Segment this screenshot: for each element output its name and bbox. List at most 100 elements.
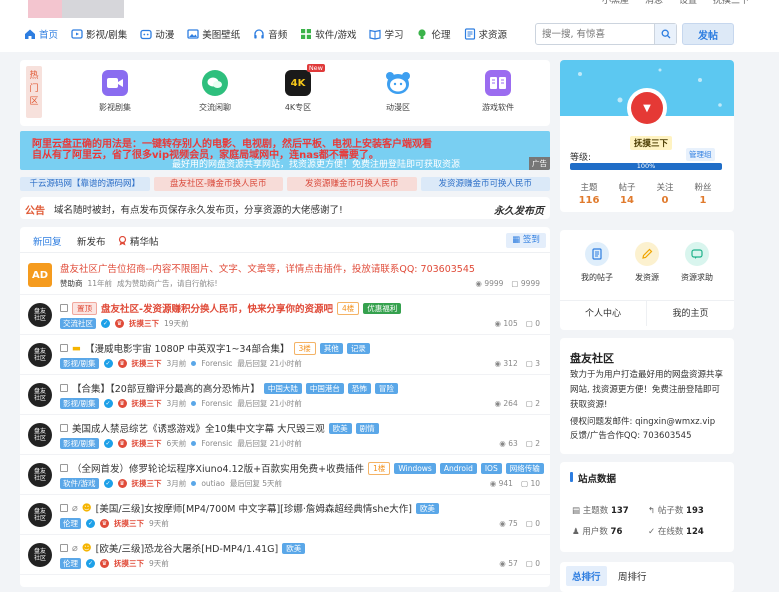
nav-audio[interactable]: 音频 xyxy=(253,26,287,42)
profile-avatar[interactable]: ▼ xyxy=(627,88,667,128)
thread-tag[interactable]: IOS xyxy=(480,462,502,474)
thread-title[interactable]: ⌀ ☻ [欧美/三级]恐龙谷大屠杀[HD-MP4/1.41G] 欧美 xyxy=(60,541,306,555)
tab-featured[interactable]: 精华帖 xyxy=(118,234,159,248)
thread-tag[interactable]: 剧情 xyxy=(355,422,379,434)
table-row[interactable]: AD 盘友社区广告位招商--内容不限图片、文字、文章等，详情点击插件，投放请联系… xyxy=(20,257,550,295)
nav-wallpaper[interactable]: 美图壁纸 xyxy=(187,26,240,42)
ad-banner[interactable]: 阿里云盘正确的用法是：一键转存别人的电影、电视剧，然后平板、电视上安装客户端观看… xyxy=(20,131,550,170)
tab-weekly-ranking[interactable]: 周排行 xyxy=(612,566,653,586)
announcement-text[interactable]: 域名随时被封，有点发布页保存永久发布页，分享资源的大佬感谢了! xyxy=(54,202,343,216)
nav-ethics[interactable]: 伦理 xyxy=(416,26,451,42)
thread-tag[interactable]: 欧美 xyxy=(328,422,352,434)
avatar[interactable]: AD xyxy=(28,263,52,287)
thread-tag[interactable]: 中国港台 xyxy=(305,382,344,394)
select-checkbox[interactable] xyxy=(60,544,68,552)
user-center-button[interactable]: 个人中心 xyxy=(560,300,647,326)
thread-tag[interactable]: 欧美 xyxy=(282,542,306,554)
nav-request[interactable]: 求资源 xyxy=(464,26,507,42)
top-link-messages[interactable]: 消息 xyxy=(645,0,663,8)
avatar[interactable]: 盘友 社区 xyxy=(28,463,52,487)
search-input[interactable] xyxy=(536,24,654,44)
friend-link[interactable]: 千云源码网【靠谱的源码网】 xyxy=(20,177,150,191)
permanent-link[interactable]: 永久发布页 xyxy=(494,202,544,217)
stat-following[interactable]: 关注 0 xyxy=(646,181,684,206)
category-tag[interactable]: 软件/游戏 xyxy=(60,478,99,489)
stat-topics[interactable]: 主题 116 xyxy=(570,181,608,206)
select-checkbox[interactable] xyxy=(60,344,68,352)
table-row[interactable]: 盘友 社区 ⌀ ☻ [欧美/三级]恐龙谷大屠杀[HD-MP4/1.41G] 欧美 … xyxy=(20,537,550,575)
thread-tag[interactable]: 中国大陆 xyxy=(263,382,302,394)
thread-author[interactable]: 抚摸三下 xyxy=(132,478,162,489)
quick-item-chat[interactable]: 交流闲聊 xyxy=(180,70,250,113)
profile-username[interactable]: 抚摸三下 xyxy=(630,136,673,150)
avatar[interactable]: 盘友 社区 xyxy=(28,383,52,407)
post-button[interactable]: 发帖 xyxy=(682,23,734,45)
nav-home[interactable]: 首页 xyxy=(24,26,58,42)
thread-title[interactable]: ⌀ ☻ [美国/三级]女按摩师[MP4/700M 中文字幕][珍娜·詹姆森超经典… xyxy=(60,501,439,515)
thread-title[interactable]: 置顶 盘友社区-发资源赚积分换人民币，快来分享你的资源吧 4楼 优惠福利 xyxy=(60,301,402,315)
thread-author[interactable]: 抚摸三下 xyxy=(132,398,162,409)
contact-qq[interactable]: 反馈/广告合作QQ: 703603545 xyxy=(570,431,691,441)
avatar[interactable]: 盘友 社区 xyxy=(28,303,52,327)
thread-tag[interactable]: 其他 xyxy=(319,342,343,354)
category-tag[interactable]: 影视/剧集 xyxy=(60,438,99,449)
quick-item-anime[interactable]: 动漫区 xyxy=(363,70,433,113)
quick-item-games[interactable]: 游戏软件 xyxy=(463,70,533,113)
thread-title[interactable]: 【合集】【20部豆瓣评分最高的高分恐怖片】 中国大陆 中国港台 恐怖 冒险 xyxy=(60,381,398,395)
category-tag[interactable]: 影视/剧集 xyxy=(60,398,99,409)
friend-link[interactable]: 盘友社区-赚金币换人民币 xyxy=(153,177,283,191)
nav-study[interactable]: 学习 xyxy=(369,26,403,42)
table-row[interactable]: 盘友 社区 【合集】【20部豆瓣评分最高的高分恐怖片】 中国大陆 中国港台 恐怖 … xyxy=(20,377,550,415)
thread-author[interactable]: 抚摸三下 xyxy=(129,318,159,329)
thread-tag[interactable]: 网络传输 xyxy=(505,462,544,474)
thread-tag[interactable]: Windows xyxy=(394,462,436,474)
thread-tag[interactable]: 欧美 xyxy=(415,502,439,514)
friend-link[interactable]: 发资源赚金币可换人民币 xyxy=(287,177,417,191)
site-logo[interactable] xyxy=(28,0,62,18)
table-row[interactable]: 盘友 社区 ⌀ ☻ [美国/三级]女按摩师[MP4/700M 中文字幕][珍娜·詹… xyxy=(20,497,550,535)
thread-title[interactable]: （全网首发）修罗轮论坛程序Xiuno4.12版+百款实用免费+收费插件 1楼 W… xyxy=(60,461,544,475)
tab-new-reply[interactable]: 新回复 xyxy=(33,234,62,248)
my-posts-button[interactable]: 我的帖子 xyxy=(574,242,620,283)
select-checkbox[interactable] xyxy=(60,464,68,472)
thread-tag[interactable]: 优惠福利 xyxy=(363,302,402,314)
avatar[interactable]: 盘友 社区 xyxy=(28,423,52,447)
category-tag[interactable]: 交流社区 xyxy=(60,318,96,329)
category-tag[interactable]: 影视/剧集 xyxy=(60,358,99,369)
nav-software[interactable]: 软件/游戏 xyxy=(300,26,356,42)
last-replier[interactable]: Forensic xyxy=(201,439,232,448)
thread-tag[interactable]: Android xyxy=(439,462,477,474)
quick-item-video[interactable]: 影视剧集 xyxy=(80,70,150,113)
thread-title[interactable]: ▬ 【漫威电影宇宙 1080P 中英双字1~34部合集】 3楼 其他 记录 xyxy=(60,341,370,355)
search-button[interactable] xyxy=(654,24,676,44)
tab-total-ranking[interactable]: 总排行 xyxy=(566,566,607,586)
quick-item-4k[interactable]: 4K New 4K专区 xyxy=(263,64,333,113)
thread-author[interactable]: 抚摸三下 xyxy=(114,518,144,529)
top-link-settings[interactable]: 设置 xyxy=(679,0,697,8)
tab-new-post[interactable]: 新发布 xyxy=(77,234,106,248)
last-replier[interactable]: Forensic xyxy=(201,359,232,368)
thread-author[interactable]: 抚摸三下 xyxy=(114,558,144,569)
table-row[interactable]: 盘友 社区 置顶 盘友社区-发资源赚积分换人民币，快来分享你的资源吧 4楼 优惠福… xyxy=(20,297,550,335)
thread-tag[interactable]: 冒险 xyxy=(374,382,398,394)
last-replier[interactable]: Forensic xyxy=(201,399,232,408)
checkin-button[interactable]: ▦ 签到 xyxy=(506,233,546,248)
select-checkbox[interactable] xyxy=(60,384,68,392)
select-checkbox[interactable] xyxy=(60,504,68,512)
select-checkbox[interactable] xyxy=(60,424,68,432)
thread-tag[interactable]: 记录 xyxy=(346,342,370,354)
thread-title[interactable]: 盘友社区广告位招商--内容不限图片、文字、文章等，详情点击插件，投放请联系QQ:… xyxy=(60,261,475,275)
last-replier[interactable]: outiao xyxy=(201,479,225,488)
avatar[interactable]: 盘友 社区 xyxy=(28,503,52,527)
category-tag[interactable]: 伦理 xyxy=(60,558,81,569)
avatar[interactable]: 盘友 社区 xyxy=(28,543,52,567)
stat-fans[interactable]: 粉丝 1 xyxy=(684,181,722,206)
table-row[interactable]: 盘友 社区 ▬ 【漫威电影宇宙 1080P 中英双字1~34部合集】 3楼 其他 … xyxy=(20,337,550,375)
thread-tag[interactable]: 恐怖 xyxy=(347,382,371,394)
avatar[interactable]: 盘友 社区 xyxy=(28,343,52,367)
stat-posts[interactable]: 帖子 14 xyxy=(608,181,646,206)
nav-anime[interactable]: 动漫 xyxy=(140,26,174,42)
thread-author[interactable]: 赞助商 xyxy=(60,278,83,289)
table-row[interactable]: 盘友 社区 美国成人禁忌综艺《诱惑游戏》全10集中文字幕 大尺毁三观 欧美 剧情 … xyxy=(20,417,550,455)
thread-author[interactable]: 抚摸三下 xyxy=(132,358,162,369)
